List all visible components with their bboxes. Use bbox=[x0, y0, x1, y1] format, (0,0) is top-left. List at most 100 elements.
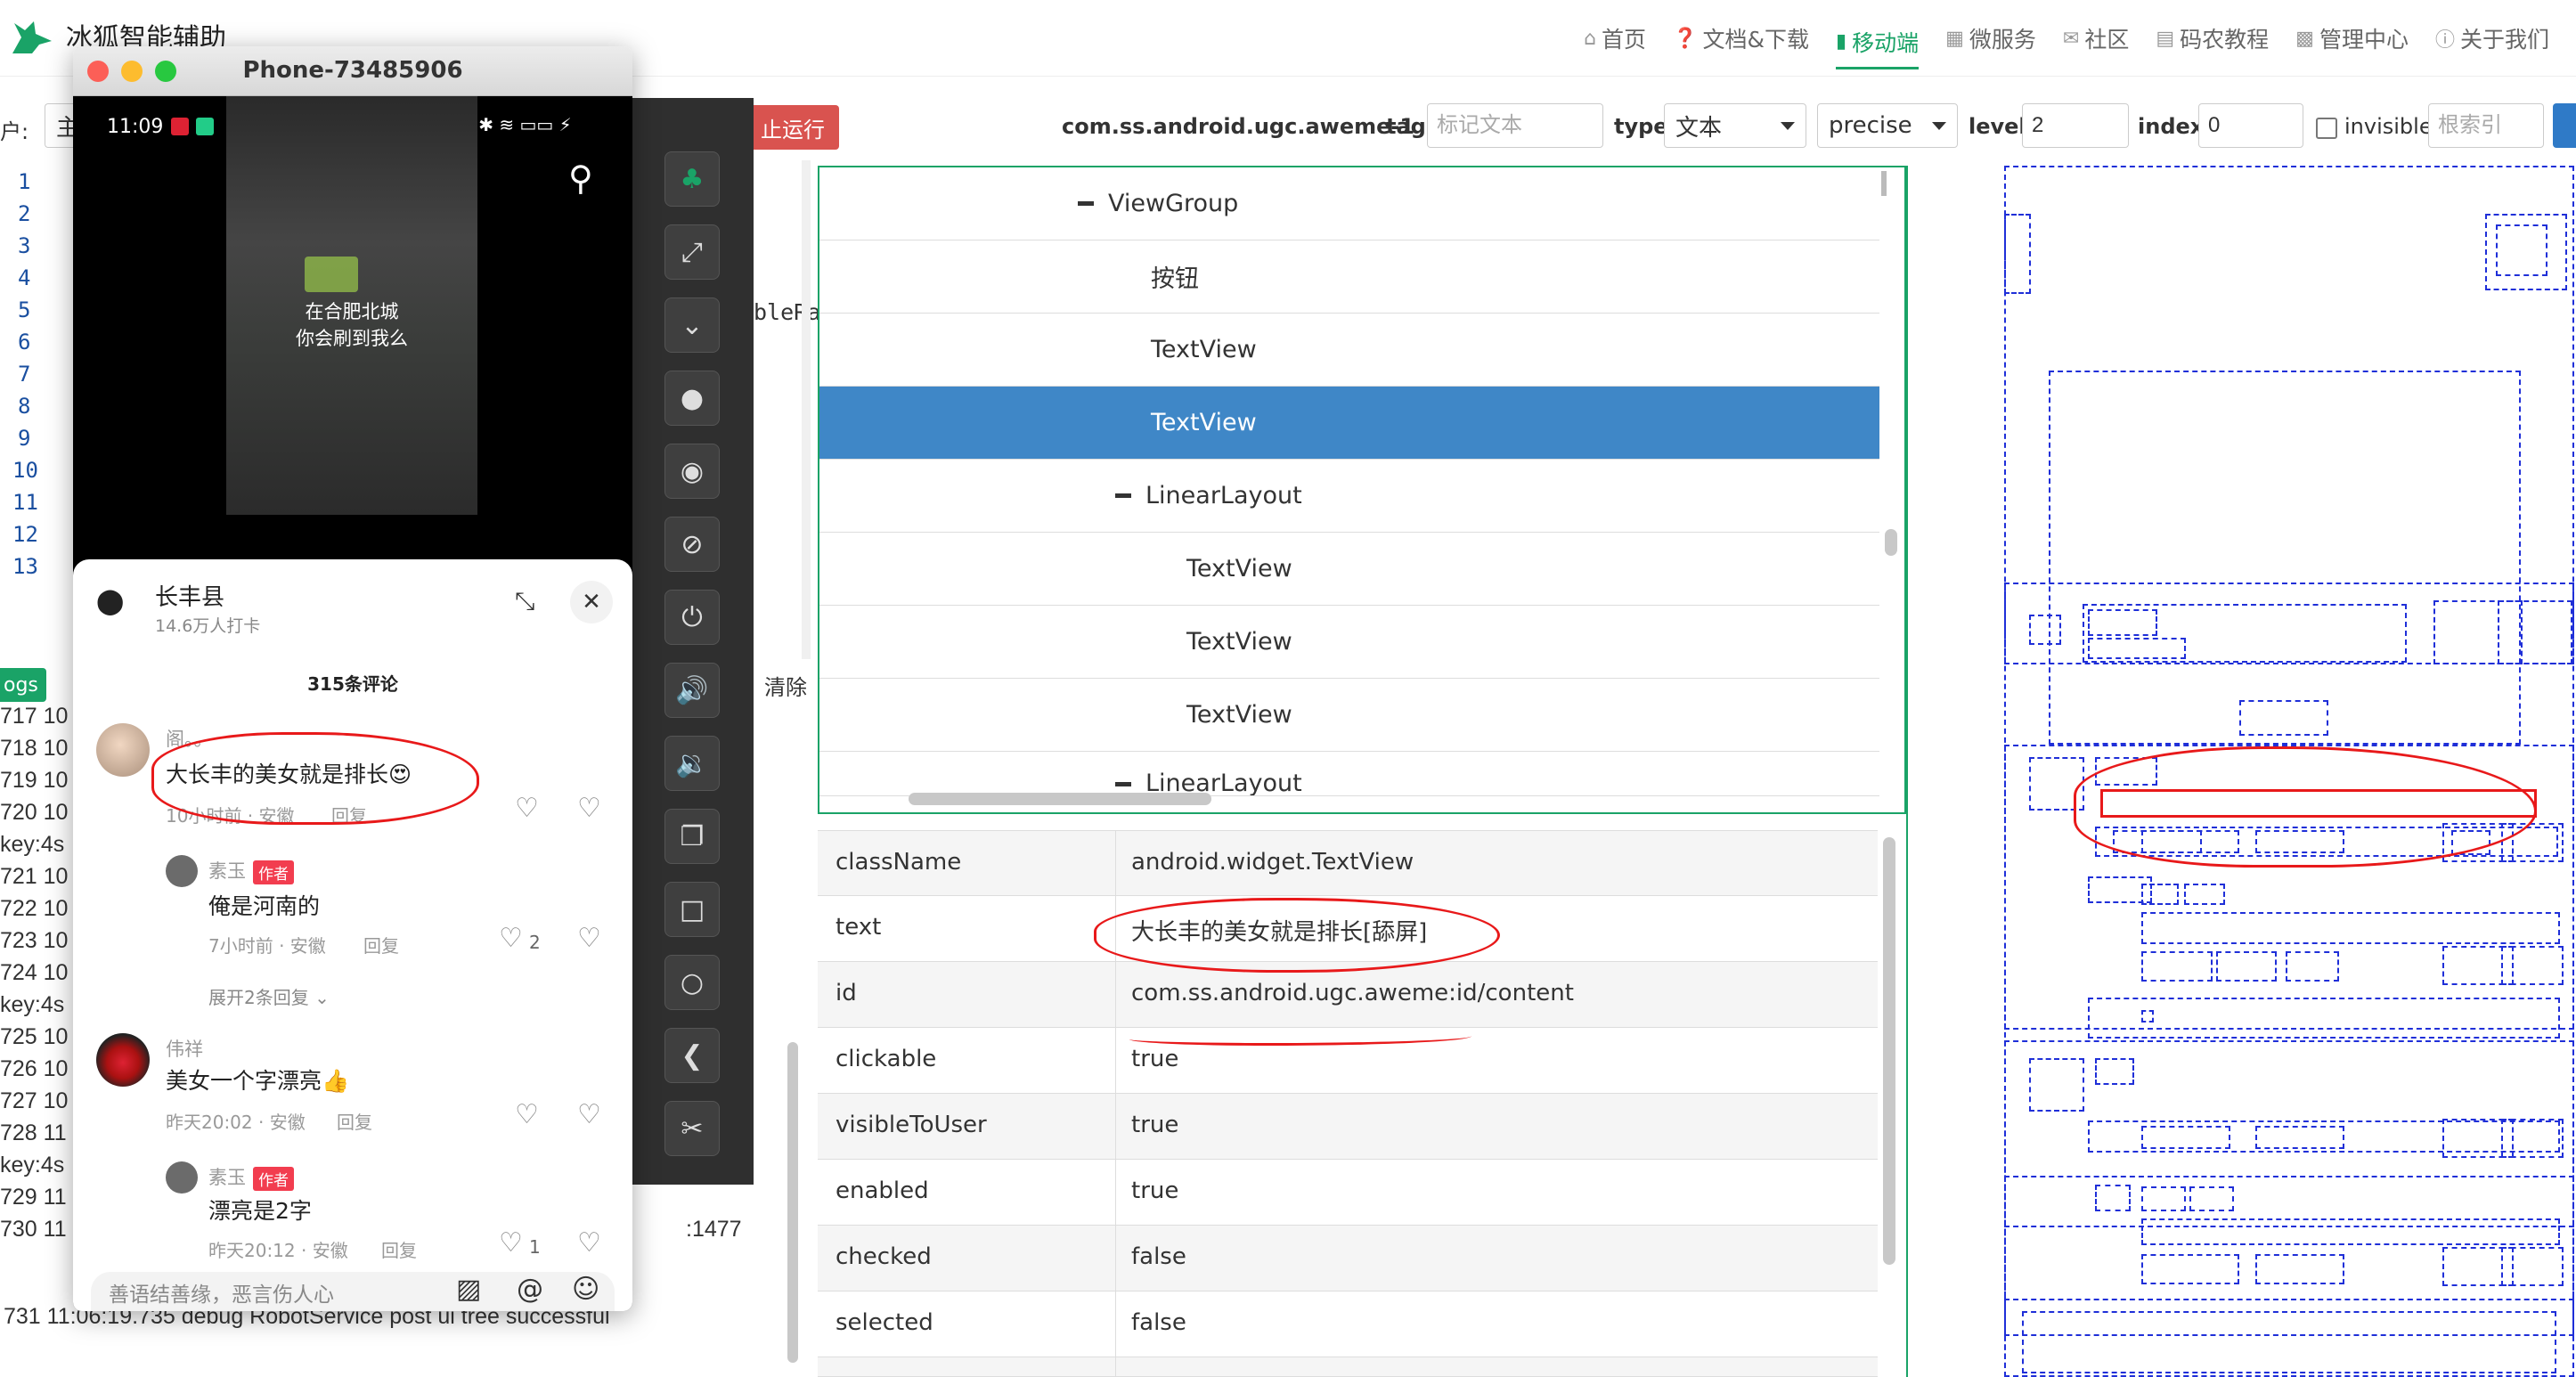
phone-screen[interactable]: 11:09 ▣ ✱ ≋ ▭▭ ⚡ 在合肥北城 你会刷到我么 ⚲ ⬤ 长丰县 14… bbox=[73, 96, 632, 1311]
layout-box bbox=[2255, 1126, 2344, 1149]
dislike-icon[interactable]: ♡ bbox=[577, 1227, 601, 1259]
like-icon[interactable]: ♡ bbox=[499, 1227, 523, 1259]
collapse-icon[interactable] bbox=[1078, 201, 1094, 206]
editor-scrollbar[interactable] bbox=[802, 160, 811, 659]
reply-author[interactable]: 素玉 作者 bbox=[208, 857, 294, 884]
reply-button[interactable]: 回复 bbox=[363, 932, 399, 957]
log-scrollbar[interactable] bbox=[787, 1042, 798, 1363]
tree-node[interactable]: TextView bbox=[819, 533, 1879, 606]
stop-run-button[interactable]: 止运行 bbox=[746, 105, 839, 150]
reply-author[interactable]: 素玉 作者 bbox=[208, 1163, 294, 1191]
comment-input[interactable]: 善语结善缘，恶言伤人心 ▨ @ ☺ bbox=[91, 1272, 615, 1311]
fullscreen-icon[interactable]: ⤢ bbox=[664, 224, 720, 280]
line-number: 9 bbox=[18, 426, 31, 451]
tree-node[interactable]: TextView bbox=[819, 314, 1879, 387]
tag-label: tag bbox=[1386, 114, 1426, 139]
invisible-checkbox[interactable] bbox=[2316, 118, 2337, 139]
layout-box bbox=[2496, 224, 2547, 276]
volume-down-icon[interactable]: 🔉 bbox=[664, 736, 720, 791]
like-icon[interactable]: ♡ bbox=[515, 793, 539, 824]
comment-author[interactable]: 伟祥 bbox=[166, 1035, 203, 1062]
nav-item-community[interactable]: ✉ 社区 bbox=[2063, 0, 2129, 77]
tree-node[interactable]: TextView bbox=[819, 606, 1879, 679]
power-icon[interactable]: ⏻ bbox=[664, 590, 720, 645]
match-mode-select[interactable]: precise bbox=[1817, 103, 1958, 148]
avatar[interactable] bbox=[96, 1033, 150, 1087]
video-player[interactable]: 在合肥北城 你会刷到我么 bbox=[226, 96, 477, 515]
nav-item-mobile[interactable]: ▮ 移动端 bbox=[1835, 16, 1920, 69]
eye-off-icon[interactable]: ⊘ bbox=[664, 517, 720, 572]
scissors-icon[interactable]: ✂ bbox=[664, 1101, 720, 1156]
tree-node[interactable]: ViewGroup bbox=[819, 167, 1879, 240]
tag-input[interactable] bbox=[1427, 103, 1603, 148]
nav-item-home[interactable]: ⌂ 首页 bbox=[1584, 0, 1646, 77]
logs-tab[interactable]: ogs bbox=[0, 668, 46, 702]
level-input[interactable] bbox=[2022, 103, 2129, 148]
location-name[interactable]: 长丰县 bbox=[155, 579, 224, 612]
nav-item-about[interactable]: ⓘ 关于我们 bbox=[2435, 0, 2549, 77]
layout-box bbox=[2095, 1185, 2131, 1211]
tree-node[interactable]: LinearLayout bbox=[819, 752, 1879, 796]
search-icon[interactable]: ⚲ bbox=[568, 159, 593, 198]
nav-item-tutorial[interactable]: ▤ 码农教程 bbox=[2156, 0, 2269, 77]
android-icon[interactable]: ♣ bbox=[664, 151, 720, 207]
collapse-icon[interactable] bbox=[1115, 493, 1131, 498]
square-icon[interactable]: □ bbox=[664, 882, 720, 937]
info-icon: ⓘ bbox=[2434, 29, 2455, 52]
nav-item-microservice[interactable]: ▦ 微服务 bbox=[1945, 0, 2036, 77]
double-chevron-down-icon[interactable]: ⌄ bbox=[664, 297, 720, 353]
collapse-icon[interactable] bbox=[1115, 782, 1131, 786]
reply-button[interactable]: 回复 bbox=[337, 1108, 372, 1134]
log-line: key:4s bbox=[0, 832, 65, 857]
comment-text[interactable]: 漂亮是2字 bbox=[208, 1194, 312, 1226]
dislike-icon[interactable]: ♡ bbox=[577, 793, 601, 824]
reply-button[interactable]: 回复 bbox=[381, 1236, 417, 1262]
nav-item-admin[interactable]: ▩ 管理中心 bbox=[2295, 0, 2409, 77]
image-icon[interactable]: ▨ bbox=[456, 1274, 481, 1305]
copy-icon[interactable]: ❐ bbox=[664, 809, 720, 864]
notification-icon bbox=[171, 118, 189, 135]
eye-icon[interactable]: ◉ bbox=[664, 444, 720, 499]
like-count: 2 bbox=[529, 932, 541, 953]
layout-box bbox=[2022, 1311, 2556, 1373]
expand-icon[interactable]: ⤡ bbox=[515, 586, 534, 616]
layout-box bbox=[2141, 951, 2213, 982]
expand-replies-button[interactable]: 展开2条回复 ⌄ bbox=[208, 983, 330, 1009]
clear-logs-button[interactable]: 清除 bbox=[764, 670, 807, 701]
tree-vertical-scrollbar[interactable] bbox=[1885, 529, 1897, 556]
tree-node[interactable]: 按钮 bbox=[819, 240, 1879, 314]
root-index-input[interactable] bbox=[2428, 103, 2544, 148]
package-name: com.ss.android.ugc.aweme-1 bbox=[1062, 114, 1415, 139]
avatar[interactable] bbox=[166, 1161, 198, 1194]
tree-horizontal-scrollbar[interactable] bbox=[909, 793, 1211, 805]
search-button[interactable] bbox=[2553, 103, 2576, 148]
record-icon[interactable]: ● bbox=[664, 371, 720, 426]
property-scrollbar[interactable] bbox=[1883, 837, 1895, 1265]
comment-meta: 昨天20:02 · 安徽 bbox=[166, 1112, 306, 1133]
comment-text[interactable]: 美女一个字漂亮👍 bbox=[166, 1063, 349, 1096]
volume-up-icon[interactable]: 🔊 bbox=[664, 663, 720, 718]
phone-titlebar[interactable]: Phone-73485906 bbox=[73, 46, 632, 96]
tree-node[interactable]: LinearLayout bbox=[819, 460, 1879, 533]
tree-node-selected[interactable]: TextView bbox=[819, 387, 1879, 460]
avatar[interactable] bbox=[166, 855, 198, 887]
type-select[interactable]: 文本 bbox=[1664, 103, 1806, 148]
like-icon[interactable]: ♡ bbox=[499, 923, 523, 954]
index-input[interactable] bbox=[2198, 103, 2303, 148]
line-number: 10 bbox=[12, 458, 38, 483]
line-number: 2 bbox=[18, 201, 31, 226]
avatar[interactable] bbox=[96, 723, 150, 777]
back-icon[interactable]: ❮ bbox=[664, 1028, 720, 1083]
layout-box bbox=[2498, 600, 2572, 664]
dislike-icon[interactable]: ♡ bbox=[577, 1099, 601, 1130]
layout-preview[interactable] bbox=[1906, 166, 2576, 1377]
dislike-icon[interactable]: ♡ bbox=[577, 923, 601, 954]
nav-item-docs[interactable]: ❓ 文档&下载 bbox=[1673, 0, 1809, 77]
like-icon[interactable]: ♡ bbox=[515, 1099, 539, 1130]
tree-node[interactable]: TextView bbox=[819, 679, 1879, 752]
emoji-icon[interactable]: ☺ bbox=[572, 1274, 599, 1305]
home-circle-icon[interactable]: ○ bbox=[664, 955, 720, 1010]
mention-icon[interactable]: @ bbox=[517, 1274, 543, 1305]
close-icon[interactable]: ✕ bbox=[570, 581, 613, 623]
comment-text[interactable]: 俺是河南的 bbox=[208, 889, 320, 921]
